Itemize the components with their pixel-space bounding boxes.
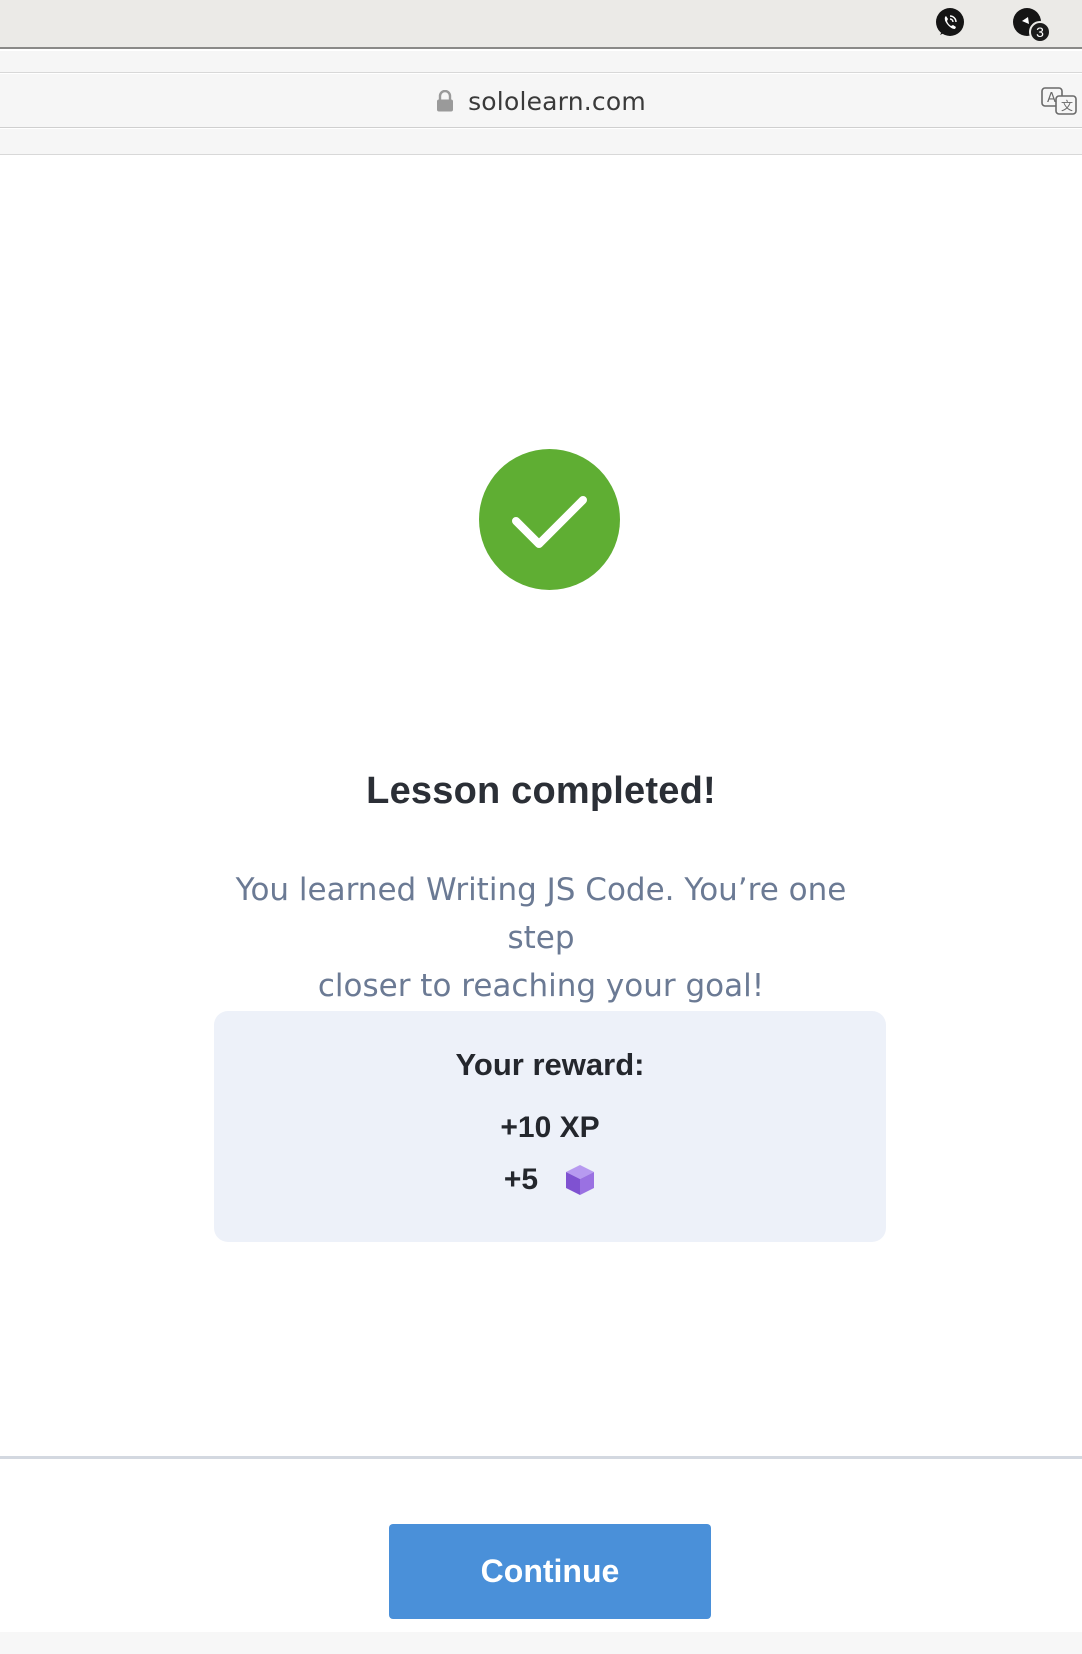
footer-divider — [0, 1456, 1082, 1459]
viber-icon[interactable] — [934, 7, 966, 39]
svg-text:A: A — [1047, 91, 1056, 106]
lock-icon — [437, 90, 454, 112]
reward-bits: +5 — [214, 1163, 886, 1197]
reward-card: Your reward: +10 XP +5 — [214, 1011, 886, 1242]
menubar: 3 — [0, 0, 1082, 49]
lesson-completed-message: You learned Writing JS Code. You’re one … — [211, 866, 871, 1010]
svg-text:文: 文 — [1061, 98, 1073, 113]
message-line-1: You learned Writing JS Code. You’re one … — [235, 872, 847, 956]
notification-count-badge: 3 — [1029, 21, 1051, 43]
notification-bell-icon[interactable]: 3 — [1012, 7, 1051, 43]
url-text[interactable]: sololearn.com — [468, 87, 646, 116]
message-line-2: closer to reaching your goal! — [317, 968, 765, 1004]
reward-title: Your reward: — [455, 1047, 645, 1082]
reward-xp: +10 XP — [500, 1111, 600, 1144]
tab-strip — [0, 51, 1082, 73]
bit-cube-icon — [566, 1165, 595, 1195]
address-bar[interactable]: sololearn.com A 文 — [0, 74, 1082, 128]
bookmarks-strip — [0, 129, 1082, 155]
continue-button[interactable]: Continue — [389, 1524, 711, 1619]
reward-bits-value: +5 — [503, 1163, 539, 1196]
success-check-icon — [479, 449, 620, 590]
lesson-completed-title: Lesson completed! — [366, 770, 716, 812]
translate-icon[interactable]: A 文 — [1040, 86, 1080, 116]
bottom-edge — [0, 1632, 1082, 1654]
